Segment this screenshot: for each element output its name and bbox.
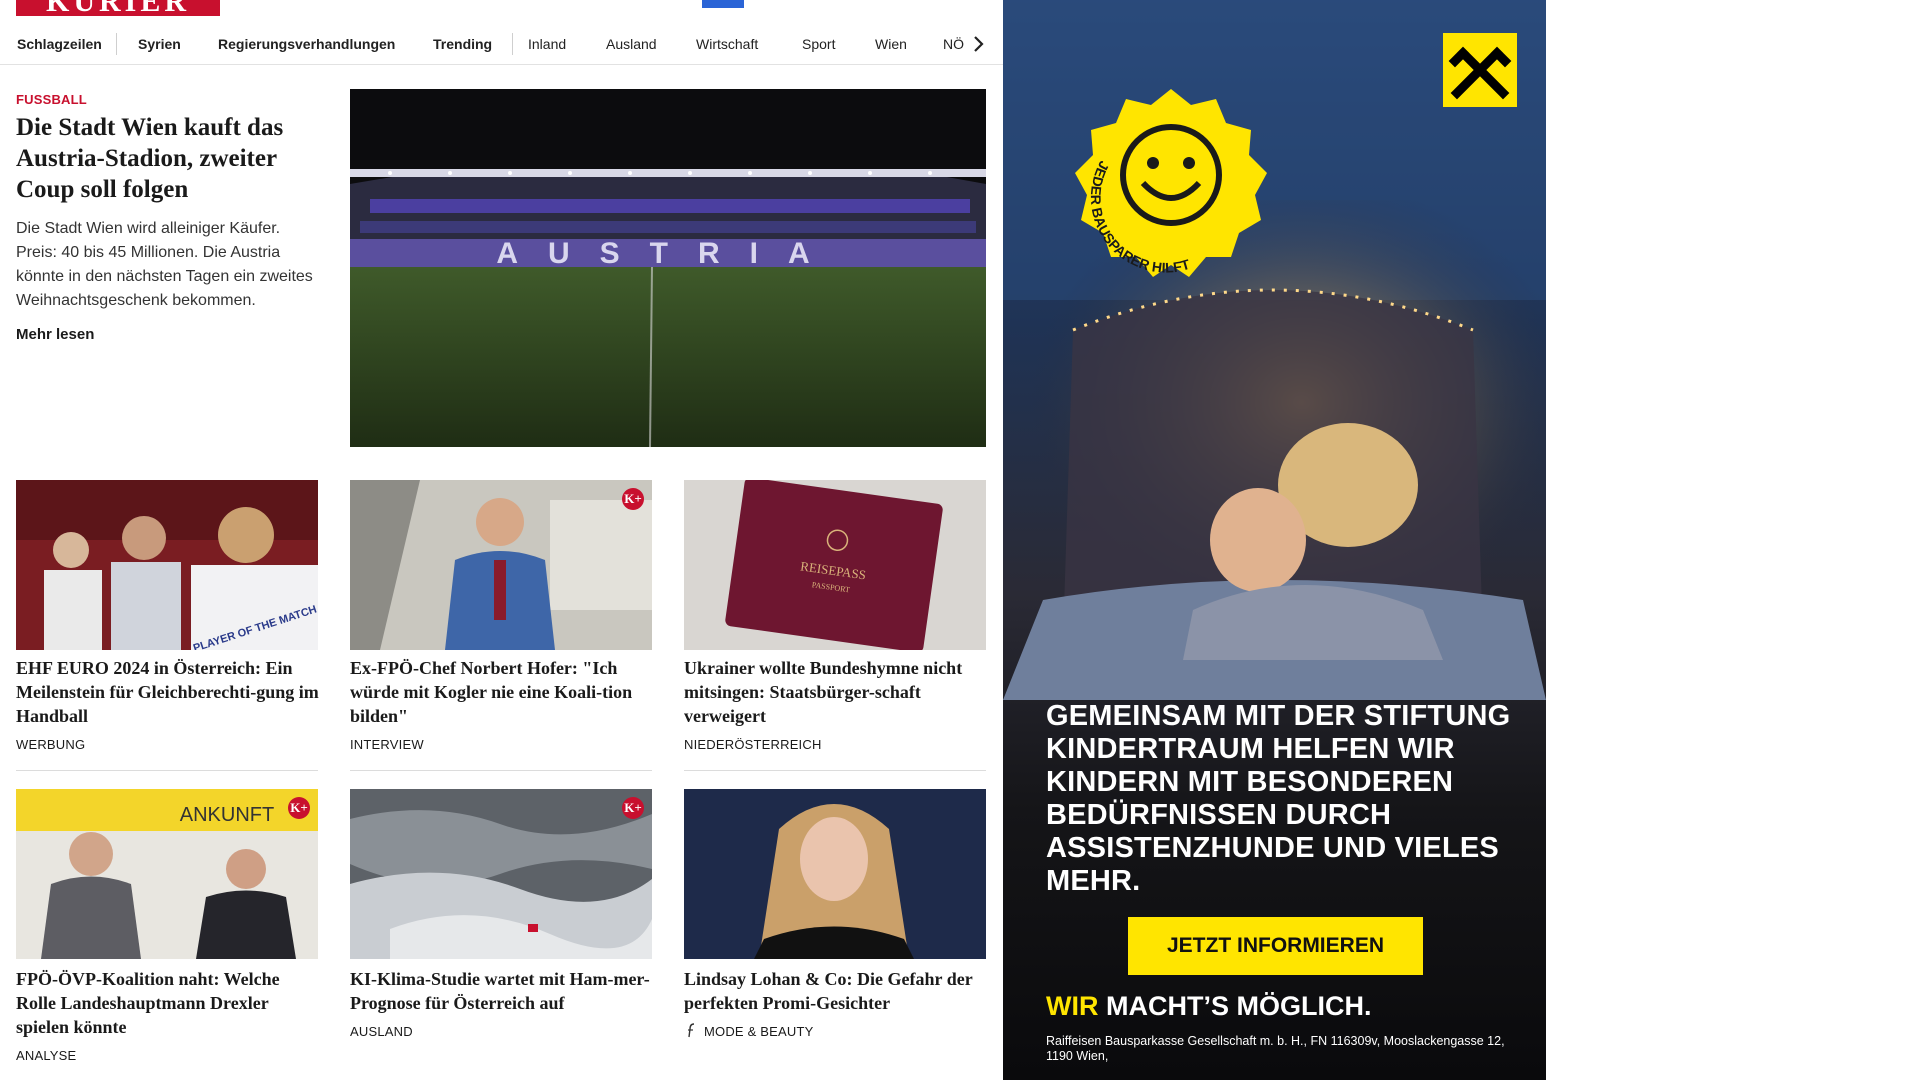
smiley-badge-icon: JEDER BAUSPARER HILFT [1071, 85, 1271, 285]
news-page: KURIER Schlagzeilen Syrien Regierungsver… [0, 0, 1003, 1080]
card-divider [350, 770, 652, 771]
card-category[interactable]: ANALYSE [16, 1048, 76, 1063]
card-image-lohan[interactable] [684, 789, 986, 959]
card-category[interactable]: WERBUNG [16, 737, 85, 752]
advertisement-banner[interactable]: JEDER BAUSPARER HILFT Gemeinsam mit der … [1003, 0, 1546, 1080]
ad-body-text: Gemeinsam mit der Stiftung Kindertraum h… [1046, 700, 1511, 897]
card-image-hofer[interactable]: K+ [350, 480, 652, 650]
nav-item-wien[interactable]: Wien [875, 24, 907, 65]
nav-item-trending[interactable]: Trending [433, 24, 492, 65]
section-nav: Schlagzeilen Syrien Regierungsverhandlun… [0, 24, 1003, 65]
premium-badge-icon: K+ [622, 797, 644, 819]
card-category[interactable]: INTERVIEW [350, 737, 424, 752]
read-more-link[interactable]: Mehr lesen [16, 326, 94, 343]
nav-separator [512, 33, 513, 55]
nav-item-ausland[interactable]: Ausland [606, 24, 657, 65]
nav-item-inland[interactable]: Inland [528, 24, 566, 65]
card-title-lindsay-lohan[interactable]: Lindsay Lohan & Co: Die Gefahr der perfe… [684, 967, 989, 1015]
card-title-ukrainer[interactable]: Ukrainer wollte Bundeshymne nicht mitsin… [684, 656, 989, 728]
hero-teaser: Die Stadt Wien wird alleiniger Käufer. P… [16, 220, 313, 309]
ad-legal-text: Raiffeisen Bausparkasse Gesellschaft m. … [1046, 1034, 1505, 1063]
ad-slogan: WIR MACHT’S MÖGLICH. [1046, 991, 1371, 1022]
card-image-handball[interactable]: PLAYER OF THE MATCH [16, 480, 318, 650]
raiffeisen-logo-icon [1443, 33, 1517, 107]
jetzt-informieren-button[interactable]: JETZT INFORMIEREN [1128, 917, 1423, 975]
chevron-right-icon[interactable] [967, 30, 989, 58]
card-category[interactable]: AUSLAND [350, 1024, 413, 1039]
hero-image-stadium[interactable]: AUSTRIA [350, 89, 986, 447]
nav-item-noe[interactable]: NÖ [943, 24, 964, 65]
nav-item-schlagzeilen[interactable]: Schlagzeilen [17, 24, 102, 65]
header-accent-bar [702, 0, 744, 8]
card-divider [684, 770, 986, 771]
nav-separator [116, 33, 117, 55]
card-image-drexler[interactable]: ANKUNFT K+ [16, 789, 318, 959]
kurier-logo[interactable]: KURIER [16, 0, 220, 16]
stadium-seat-lettering: AUSTRIA [496, 237, 839, 270]
fashion-icon [684, 1022, 698, 1038]
card-divider [16, 770, 318, 771]
empty-right-area [1546, 0, 1920, 1080]
card-category[interactable]: NIEDERÖSTERREICH [684, 737, 822, 752]
premium-badge-icon: K+ [622, 488, 644, 510]
card-image-passport[interactable]: REISEPASS PASSPORT [684, 480, 986, 650]
nav-item-syrien[interactable]: Syrien [138, 24, 181, 65]
card-title-ehf-euro[interactable]: EHF EURO 2024 in Österreich: Ein Meilens… [16, 656, 321, 728]
hero-kicker[interactable]: FUSSBALL [16, 92, 87, 107]
card-title-hofer-interview[interactable]: Ex-FPÖ-Chef Norbert Hofer: "Ich würde mi… [350, 656, 655, 728]
card-category[interactable]: MODE & BEAUTY [704, 1024, 814, 1039]
card-title-ki-klima[interactable]: KI-Klima-Studie wartet mit Ham-mer-Progn… [350, 967, 655, 1015]
card-title-fpoe-oevp[interactable]: FPÖ-ÖVP-Koalition naht: Welche Rolle Lan… [16, 967, 321, 1039]
nav-item-regierungsverhandlungen[interactable]: Regierungsverhandlungen [218, 24, 395, 65]
arrival-sign-text: ANKUNFT [180, 804, 274, 826]
ad-slogan-rest: MACHT’S MÖGLICH. [1106, 991, 1372, 1021]
nav-item-wirtschaft[interactable]: Wirtschaft [696, 24, 758, 65]
card-image-glacier[interactable]: K+ [350, 789, 652, 959]
ad-slogan-highlight: WIR [1046, 991, 1099, 1021]
nav-item-sport[interactable]: Sport [802, 24, 835, 65]
premium-badge-icon: K+ [288, 797, 310, 819]
hero-title[interactable]: Die Stadt Wien kauft das Austria-Stadion… [16, 112, 316, 205]
